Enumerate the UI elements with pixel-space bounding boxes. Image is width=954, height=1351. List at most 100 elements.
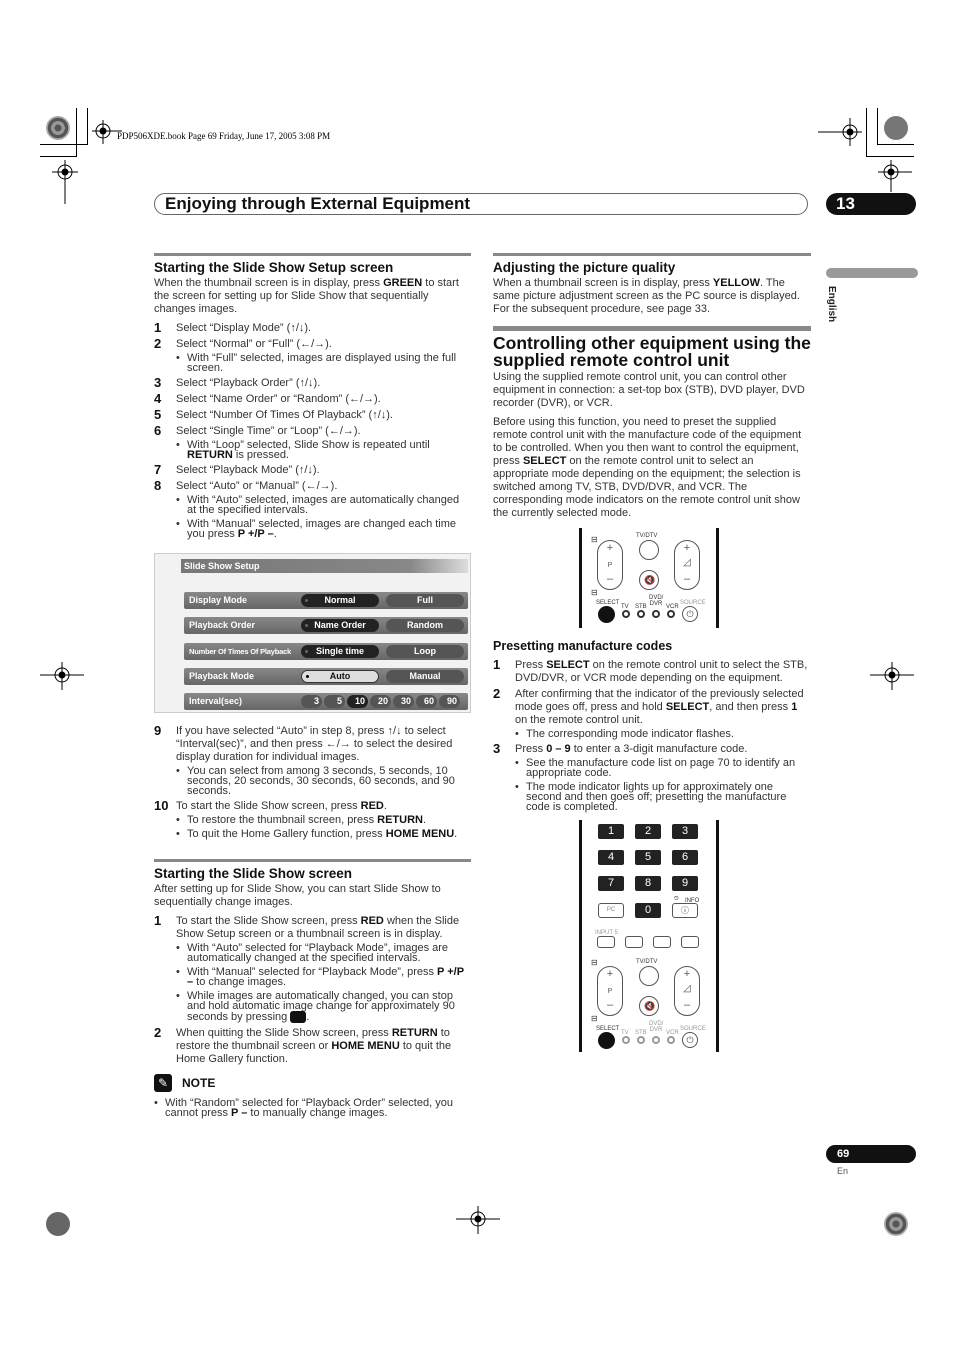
note-bullet: With “Random” selected for “Playback Ord… [154,1098,471,1119]
option-normal[interactable]: Normal [301,594,379,607]
registration-target-icon [40,662,84,690]
section-text: Before using this function, you need to … [493,416,802,519]
key-3[interactable]: 3 [672,824,698,839]
section-rule [154,253,471,256]
freeze-button[interactable] [681,936,699,948]
osd-row-label: Playback Mode [189,671,255,681]
swap-button[interactable] [653,936,671,948]
bullet: While images are automatically changed, … [154,991,471,1023]
osd-row-interval: Interval(sec) 3 5 10 20 30 60 90 [184,693,468,710]
key-2[interactable]: 2 [635,824,661,839]
crop-mark [866,108,867,156]
select-button[interactable] [598,606,615,623]
option-loop[interactable]: Loop [386,645,464,658]
mute-button[interactable]: 🔇 [639,570,659,590]
section-heading: Starting the Slide Show screen [154,866,353,881]
crop-mark [877,108,878,144]
step: 8 Select “Auto” or “Manual” (←/→). [154,478,338,493]
bullet: You can select from among 3 seconds, 5 s… [154,766,471,797]
step: 2 After confirming that the indicator of … [493,686,804,726]
channel-rocker[interactable]: + P – [597,540,623,590]
bullet: See the manufacture code list on page 70… [493,758,811,779]
section-rule [493,326,811,331]
section-heading: Controlling other equipment using the su… [493,333,811,370]
tv-indicator [622,610,630,618]
interval-option[interactable]: 90 [439,695,460,708]
power-button[interactable]: ⏻ [682,1032,698,1048]
option-name-order[interactable]: Name Order [301,619,379,632]
crop-mark [877,144,914,145]
osd-row-label: Display Mode [189,595,248,605]
registration-target-icon [870,662,914,690]
tvdtv-button[interactable] [639,966,659,986]
option-auto[interactable]: Auto [301,670,379,683]
bullet: To quit the Home Gallery function, press… [154,829,471,840]
bullet: The mode indicator lights up for approxi… [493,782,811,813]
osd-row-playback-mode: Playback Mode Auto Manual [184,668,468,685]
left-column: Starting the Slide Show Setup screen Whe… [154,253,471,1122]
input5-button[interactable] [597,936,615,948]
volume-rocker[interactable]: + ◿ – [674,540,700,590]
step: 5 Select “Number Of Times Of Playback” (↑… [154,407,393,422]
select-button[interactable] [598,1032,615,1049]
step: 10 To start the Slide Show screen, press … [154,798,387,813]
key-5[interactable]: 5 [635,850,661,865]
dvd-indicator [652,610,660,618]
bullet: With “Loop” selected, Slide Show is repe… [154,440,471,461]
key-7[interactable]: 7 [598,876,624,891]
key-1[interactable]: 1 [598,824,624,839]
mute-icon: 🔇 [644,575,656,585]
interval-option-selected[interactable]: 10 [347,695,368,708]
step: 2 Select “Normal” or “Full” (←/→). [154,336,332,351]
bullet: With “Auto” selected for “Playback Mode”… [154,943,471,964]
step: 6 Select “Single Time” or “Loop” (←/→). [154,423,361,438]
option-single-time[interactable]: Single time [301,645,379,658]
mute-icon: 🔇 [644,1001,656,1011]
pc-button[interactable]: PC [598,903,624,918]
option-random[interactable]: Random [386,619,464,632]
bullet: The corresponding mode indicator flashes… [493,729,811,740]
book-info: PDP506XDE.book Page 69 Friday, June 17, … [117,131,331,141]
split-screen-button[interactable] [625,936,643,948]
key-9[interactable]: 9 [672,876,698,891]
interval-option[interactable]: 3 [301,695,322,708]
section-heading: Starting the Slide Show Setup screen [154,260,394,275]
page-language: En [837,1166,849,1176]
option-manual[interactable]: Manual [386,670,464,683]
option-full[interactable]: Full [386,594,464,607]
interval-option[interactable]: 30 [393,695,414,708]
page-up-icon: ⊟ [591,535,598,544]
registration-target-icon [52,160,78,204]
key-4[interactable]: 4 [598,850,624,865]
key-6[interactable]: 6 [672,850,698,865]
pause-button-icon [290,1011,307,1023]
note-header: ✎ NOTE [154,1074,471,1092]
step: 3 Press 0 – 9 to enter a 3-digit manufact… [493,741,748,756]
step: 4 Select “Name Order” or “Random” (←/→). [154,391,381,406]
power-button[interactable]: ⏻ [682,606,698,622]
bullet: With “Auto” selected, images are automat… [154,495,471,516]
bullet: With “Manual” selected, images are chang… [154,519,471,540]
remote-illustration-numeric: 1 2 3 4 5 6 7 8 9 ⏲ INFO PC 0 ⓘ INPUT 5 … [579,820,719,1052]
interval-option[interactable]: 60 [416,695,437,708]
chapter-title: Enjoying through External Equipment [165,194,471,213]
osd-row-playback-order: Playback Order Name Order Random [184,617,468,634]
mute-button[interactable]: 🔇 [639,996,659,1016]
interval-option[interactable]: 20 [370,695,391,708]
registration-disc [884,1212,908,1236]
key-8[interactable]: 8 [635,876,661,891]
remote-illustration: ⊟ TV/DTV + P – + ◿ – 🔇 ⊟ SELECT TV STB DVD/ … [579,528,719,628]
section-intro: After setting up for Slide Show, you can… [154,883,441,908]
right-column: Adjusting the picture quality When a thu… [493,253,811,1064]
channel-rocker[interactable]: + P – [597,966,623,1016]
interval-option[interactable]: 5 [324,695,345,708]
tvdtv-button[interactable] [639,540,659,560]
dvd-label: DVD/ DVR [649,1021,664,1033]
volume-rocker[interactable]: + ◿ – [674,966,700,1016]
osd-row-label: Number Of Times Of Playback [189,647,291,656]
stb-indicator [637,1036,645,1044]
language-tab [826,268,918,278]
registration-target-icon [818,118,862,146]
key-0[interactable]: 0 [635,903,661,918]
info-button[interactable]: ⓘ [672,903,698,918]
